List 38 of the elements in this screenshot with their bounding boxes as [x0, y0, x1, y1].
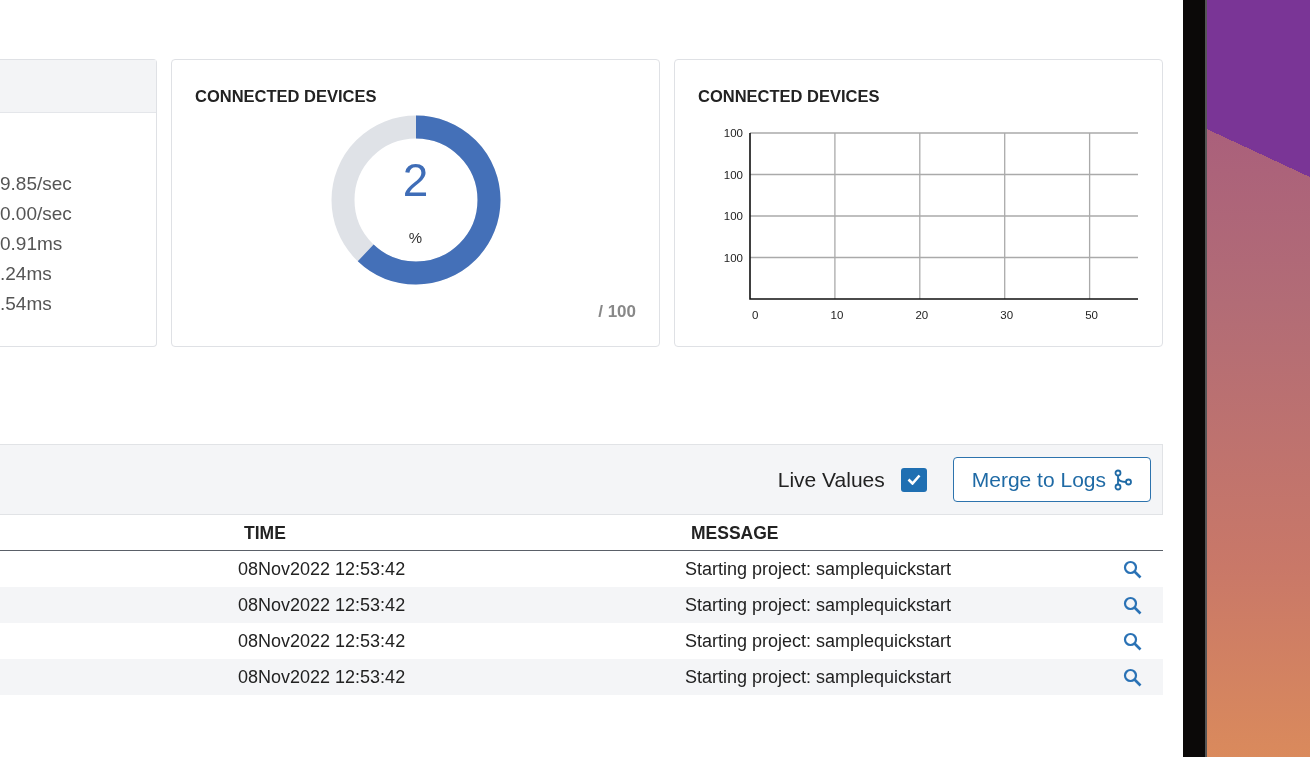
time-cell-text: 08Nov2022 12:53:42 — [238, 665, 406, 689]
checkbox-label: Live Values — [777, 466, 885, 493]
time-cell-text: 08Nov2022 12:53:42 — [238, 629, 406, 653]
metric-value: .24ms — [0, 262, 52, 286]
message-cell-text: Starting project: samplequickstart — [685, 593, 952, 617]
gauge-value: 2 — [402, 157, 429, 203]
metric-value: .54ms — [0, 292, 52, 316]
column-header: MESSAGE — [691, 521, 779, 545]
y-axis-label: 100 — [723, 210, 743, 222]
card-title: CONNECTED DEVICES — [195, 86, 377, 107]
live-values-checkbox[interactable] — [900, 467, 927, 492]
x-axis-label: 20 — [915, 309, 929, 319]
metric-value: 0.91ms — [0, 232, 63, 256]
time-cell-text: 08Nov2022 12:53:42 — [238, 557, 406, 581]
gauge-unit: % — [408, 228, 423, 248]
message-cell-text: Starting project: samplequickstart — [685, 629, 952, 653]
search-icon[interactable] — [1123, 559, 1142, 579]
y-axis-label: 100 — [723, 127, 743, 139]
search-icon[interactable] — [1123, 631, 1142, 651]
column-header: TIME — [244, 521, 286, 545]
checkmark-icon — [906, 474, 921, 485]
search-icon[interactable] — [1123, 595, 1142, 615]
y-axis-label: 100 — [723, 251, 743, 264]
x-axis-label: 50 — [1085, 309, 1098, 319]
message-cell-text: Starting project: samplequickstart — [685, 665, 952, 689]
x-axis-label: 0 — [752, 309, 759, 319]
card-title: CONNECTED DEVICES — [698, 86, 880, 107]
x-axis-label: 10 — [830, 309, 844, 319]
y-axis-label: 100 — [723, 168, 743, 181]
merge-to-logs-button[interactable]: Merge to Logs — [952, 456, 1151, 503]
x-axis-label: 30 — [1000, 309, 1014, 319]
search-icon[interactable] — [1123, 667, 1142, 687]
gauge-max: / 100 — [598, 300, 636, 323]
metric-value: 9.85/sec — [0, 172, 72, 196]
branch-icon — [1114, 468, 1132, 491]
metric-value: 0.00/sec — [0, 202, 72, 226]
time-cell-text: 08Nov2022 12:53:42 — [238, 593, 406, 617]
message-cell-text: Starting project: samplequickstart — [685, 557, 952, 581]
